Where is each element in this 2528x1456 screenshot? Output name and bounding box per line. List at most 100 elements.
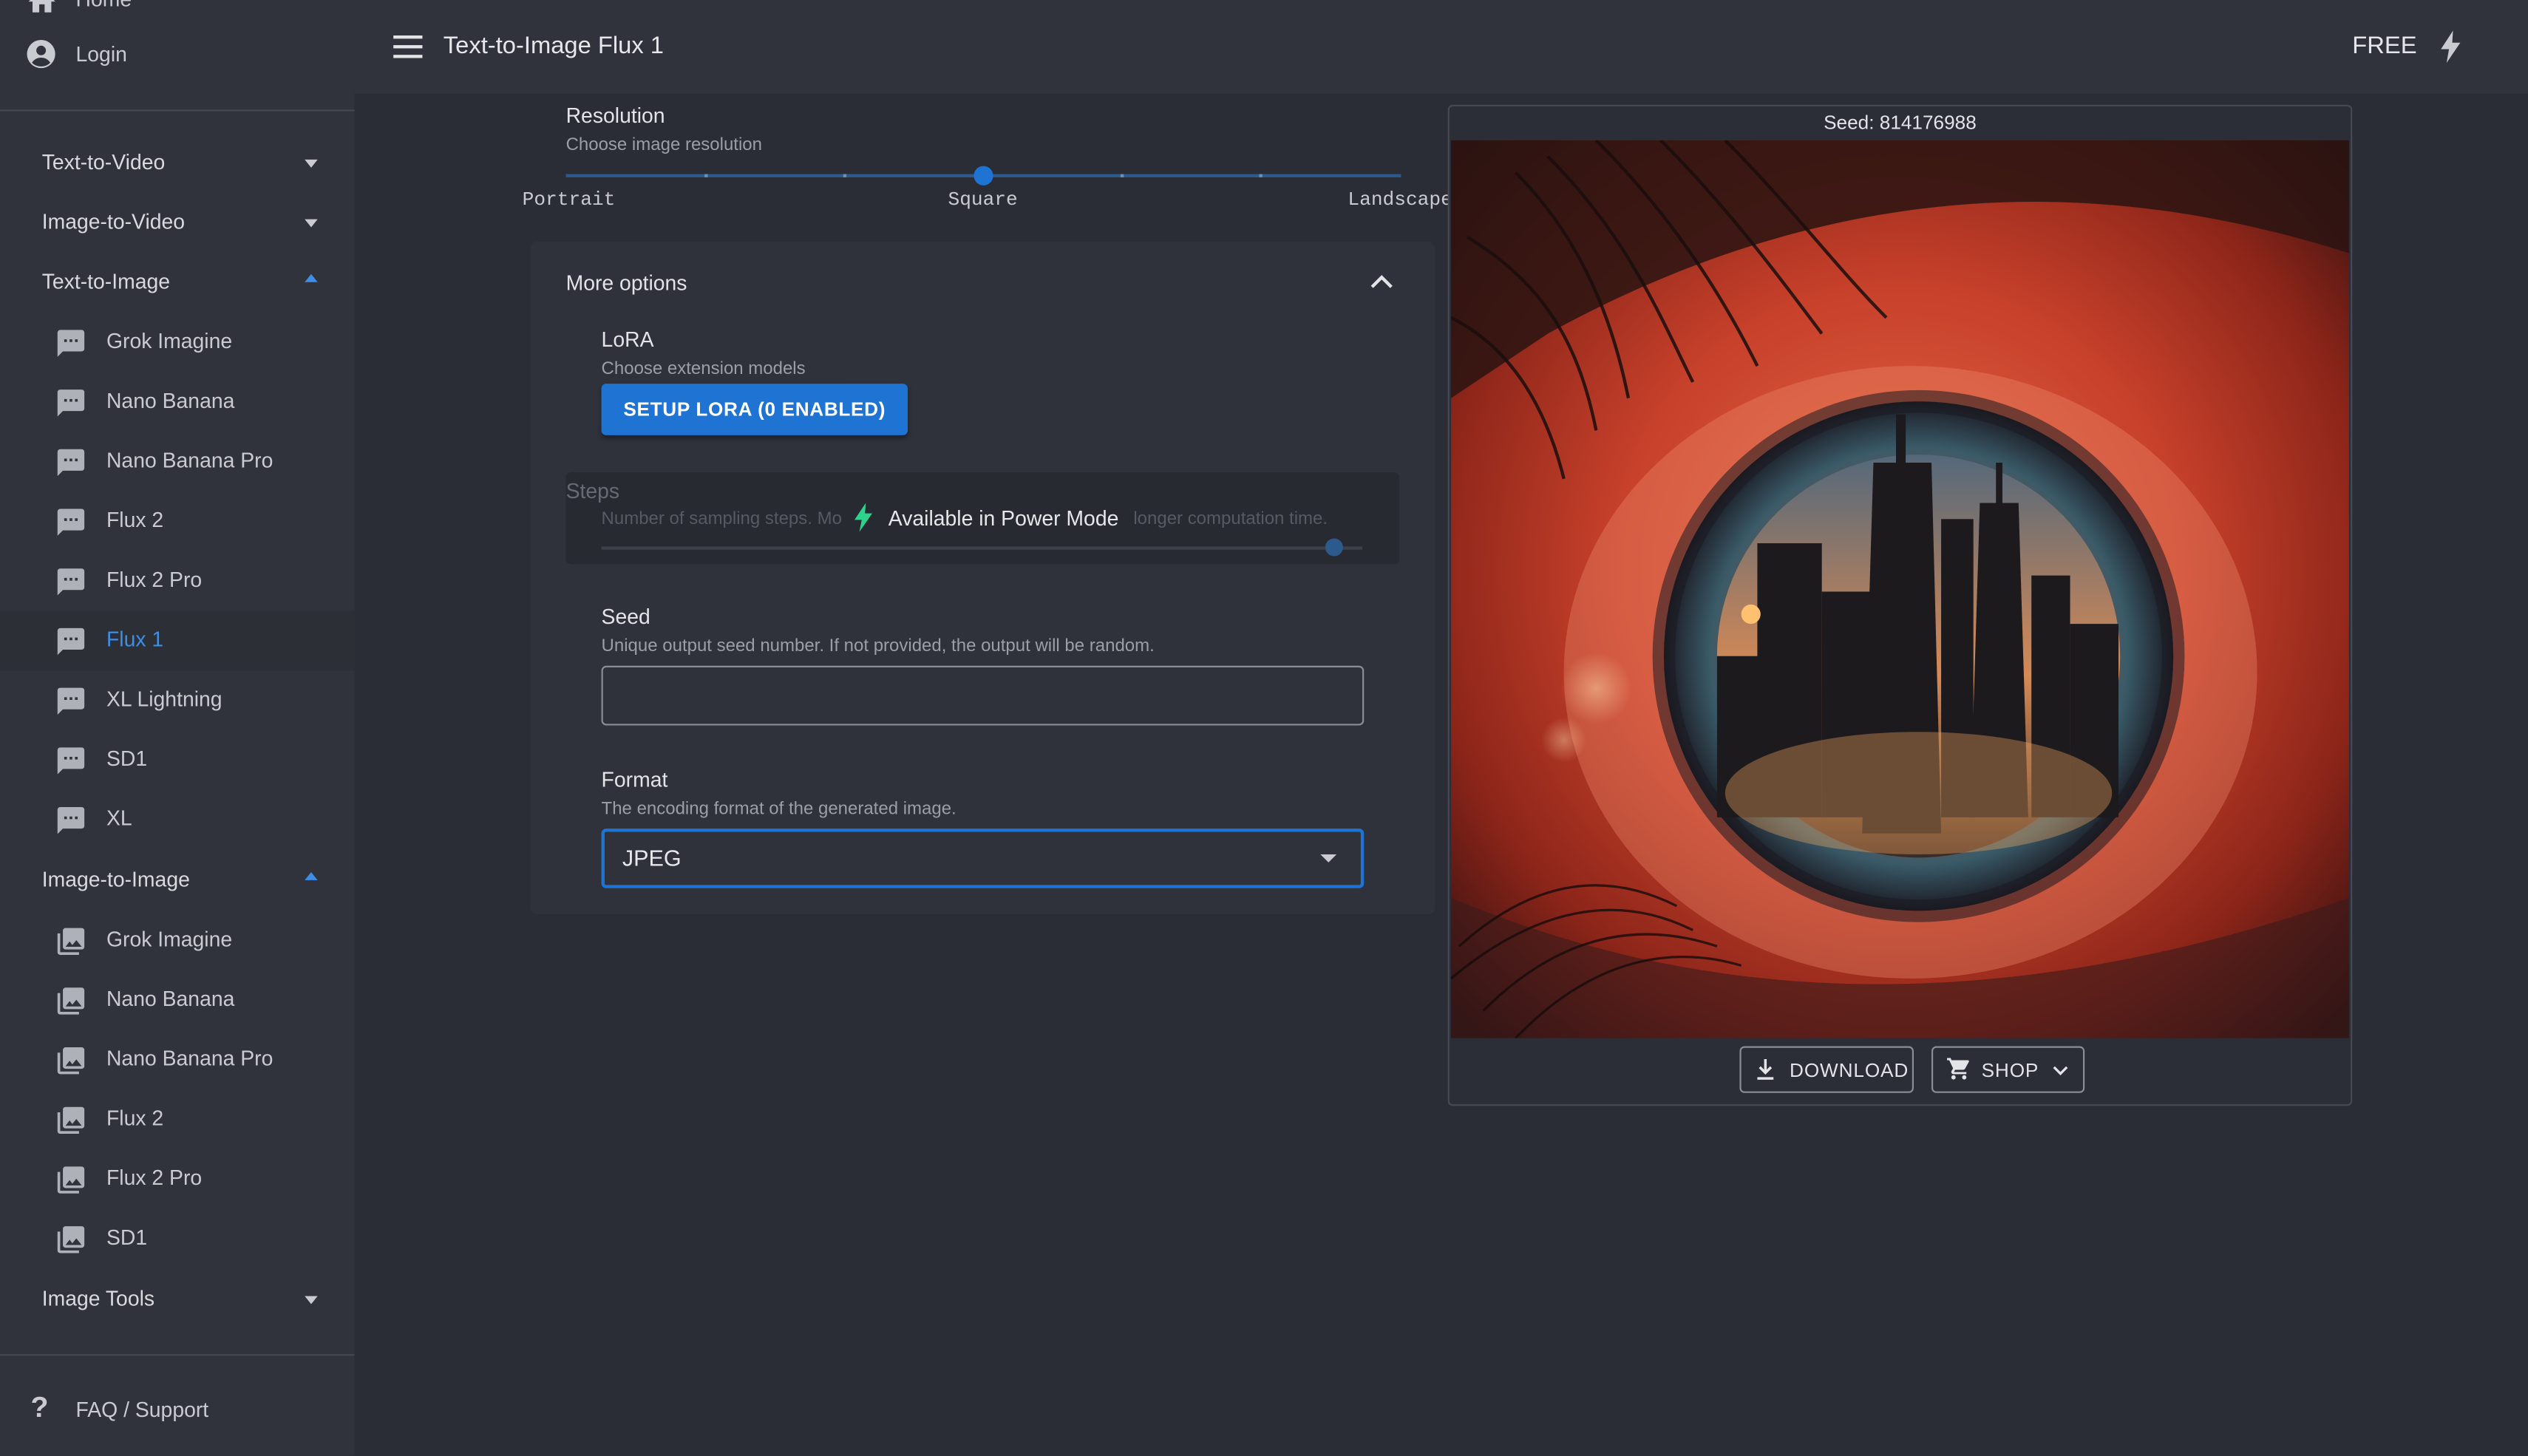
chat-icon bbox=[57, 449, 85, 477]
menu-icon[interactable] bbox=[393, 35, 423, 58]
chat-icon bbox=[57, 568, 85, 596]
sidebar-item-label: Flux 2 bbox=[106, 508, 164, 532]
chat-icon bbox=[57, 330, 85, 357]
chevron-up-icon[interactable] bbox=[1369, 273, 1395, 292]
chat-icon bbox=[57, 747, 85, 775]
resolution-slider[interactable] bbox=[565, 166, 1401, 186]
sidebar-item-label: Home bbox=[76, 0, 132, 11]
steps-help-right: longer computation time. bbox=[1133, 509, 1328, 529]
steps-slider bbox=[601, 538, 1363, 557]
format-label: Format bbox=[601, 767, 668, 792]
sidebar-item-grok-imagine[interactable]: Grok Imagine bbox=[0, 313, 355, 372]
sidebar-item-label: Flux 2 Pro bbox=[106, 1165, 203, 1190]
sidebar-item-nano-banana[interactable]: Nano Banana bbox=[0, 372, 355, 432]
sidebar-item-label: Grok Imagine bbox=[106, 927, 233, 951]
format-select[interactable]: JPEG bbox=[601, 829, 1365, 888]
sidebar-item-flux-2-i2i[interactable]: Flux 2 bbox=[0, 1089, 355, 1149]
setup-lora-button-label: SETUP LORA (0 ENABLED) bbox=[623, 398, 886, 421]
lightning-icon bbox=[854, 503, 872, 532]
seed-help: Unique output seed number. If not provid… bbox=[601, 636, 1155, 656]
sidebar-item-flux-2-pro[interactable]: Flux 2 Pro bbox=[0, 551, 355, 611]
sidebar-item-sd1[interactable]: SD1 bbox=[0, 730, 355, 790]
sidebar-section-image-to-image[interactable]: Image-to-Image bbox=[0, 851, 355, 911]
sidebar-section-text-to-video[interactable]: Text-to-Video bbox=[0, 134, 355, 194]
sidebar-item-label: Flux 2 Pro bbox=[106, 567, 203, 592]
lora-help: Choose extension models bbox=[601, 359, 806, 379]
more-options-header[interactable]: More options bbox=[531, 242, 1435, 319]
sidebar-item-faq-support[interactable]: ? FAQ / Support bbox=[0, 1380, 355, 1440]
resolution-mark-square: Square bbox=[948, 188, 1018, 211]
dropdown-arrow-icon bbox=[1320, 854, 1337, 863]
sidebar-item-xl-lightning[interactable]: XL Lightning bbox=[0, 670, 355, 730]
steps-disabled-block: Steps Number of sampling steps. Mo longe… bbox=[565, 472, 1400, 565]
sidebar-section-text-to-image[interactable]: Text-to-Image bbox=[0, 253, 355, 313]
steps-help-left: Number of sampling steps. Mo bbox=[601, 509, 842, 529]
sidebar-section-image-tools[interactable]: Image Tools bbox=[0, 1270, 355, 1330]
sidebar-section-label: Image-to-Video bbox=[41, 209, 186, 234]
plan-badge[interactable]: FREE bbox=[2352, 33, 2416, 60]
main-content: Resolution Choose image resolution Portr… bbox=[354, 93, 2528, 1456]
sidebar-section-label: Text-to-Image bbox=[41, 269, 171, 293]
resolution-mark-portrait: Portrait bbox=[522, 188, 616, 211]
seed-input[interactable] bbox=[601, 665, 1365, 726]
sidebar-item-nano-banana-pro-i2i[interactable]: Nano Banana Pro bbox=[0, 1030, 355, 1090]
sidebar-item-login[interactable]: Login bbox=[0, 24, 355, 84]
sidebar-item-label: SD1 bbox=[106, 746, 148, 771]
chevron-down-icon bbox=[305, 219, 318, 228]
steps-slider-thumb bbox=[1325, 538, 1344, 557]
shop-label: SHOP bbox=[1981, 1058, 2039, 1082]
resolution-mark-landscape: Landscape bbox=[1348, 188, 1452, 211]
sidebar-section-label: Image-to-Image bbox=[41, 867, 190, 892]
sidebar-item-label: Nano Banana Pro bbox=[106, 1046, 273, 1071]
sidebar-section-label: Text-to-Video bbox=[41, 149, 166, 174]
setup-lora-button[interactable]: SETUP LORA (0 ENABLED) bbox=[601, 384, 908, 435]
page-title: Text-to-Image Flux 1 bbox=[443, 32, 665, 60]
power-mode-notice: Available in Power Mode bbox=[888, 506, 1119, 531]
sidebar-item-label: Flux 1 bbox=[106, 627, 164, 652]
sidebar-item-label: Nano Banana bbox=[106, 986, 235, 1011]
resolution-help: Choose image resolution bbox=[565, 135, 762, 155]
chevron-up-icon bbox=[305, 273, 318, 282]
shop-button[interactable]: SHOP bbox=[1931, 1046, 2085, 1093]
sidebar-item-nano-banana-i2i[interactable]: Nano Banana bbox=[0, 970, 355, 1030]
image-icon bbox=[57, 987, 85, 1015]
seed-label: Seed bbox=[601, 604, 650, 629]
sidebar-item-flux-2-pro-i2i[interactable]: Flux 2 Pro bbox=[0, 1149, 355, 1209]
sidebar-item-grok-imagine-i2i[interactable]: Grok Imagine bbox=[0, 911, 355, 970]
chevron-up-icon bbox=[305, 871, 318, 880]
sidebar-item-flux-1[interactable]: Flux 1 bbox=[0, 610, 355, 671]
sidebar-item-label: FAQ / Support bbox=[75, 1398, 209, 1422]
sidebar-item-xl[interactable]: XL bbox=[0, 790, 355, 850]
resolution-slider-thumb[interactable] bbox=[974, 166, 993, 186]
chevron-down-icon bbox=[305, 159, 318, 168]
format-select-value: JPEG bbox=[622, 844, 682, 871]
sidebar-item-label: Grok Imagine bbox=[106, 328, 233, 353]
image-icon bbox=[57, 928, 85, 955]
more-options-panel: More options LoRA Choose extension model… bbox=[530, 242, 1435, 914]
sidebar-section-image-to-video[interactable]: Image-to-Video bbox=[0, 194, 355, 254]
chat-icon bbox=[57, 508, 85, 536]
cart-icon bbox=[1947, 1058, 1969, 1080]
generated-image[interactable] bbox=[1451, 140, 2349, 1038]
sidebar-item-nano-banana-pro[interactable]: Nano Banana Pro bbox=[0, 432, 355, 492]
home-icon bbox=[28, 0, 55, 13]
sidebar-item-label: XL Lightning bbox=[106, 687, 222, 711]
sidebar-item-flux-2[interactable]: Flux 2 bbox=[0, 491, 355, 551]
chat-icon bbox=[57, 807, 85, 834]
account-circle-icon bbox=[27, 39, 55, 69]
sidebar-item-sd1-i2i[interactable]: SD1 bbox=[0, 1209, 355, 1269]
question-mark-icon: ? bbox=[30, 1391, 49, 1423]
sidebar-item-label: Flux 2 bbox=[106, 1106, 164, 1130]
preview-card: Seed: 814176988 DOWNLOAD SHOP bbox=[1447, 104, 2353, 1106]
download-icon bbox=[1757, 1058, 1774, 1080]
chevron-down-icon bbox=[2053, 1066, 2068, 1075]
sidebar-item-label: Nano Banana bbox=[106, 388, 235, 413]
lora-label: LoRA bbox=[601, 327, 654, 352]
sidebar-item-label: Nano Banana Pro bbox=[106, 448, 273, 473]
power-mode-icon[interactable] bbox=[2438, 30, 2464, 64]
download-button[interactable]: DOWNLOAD bbox=[1739, 1046, 1914, 1093]
sidebar: Home Login Text-to-Video Image-to-Video … bbox=[0, 0, 355, 1456]
chat-icon bbox=[57, 627, 85, 656]
image-icon bbox=[57, 1226, 85, 1253]
steps-label: Steps bbox=[565, 478, 620, 503]
